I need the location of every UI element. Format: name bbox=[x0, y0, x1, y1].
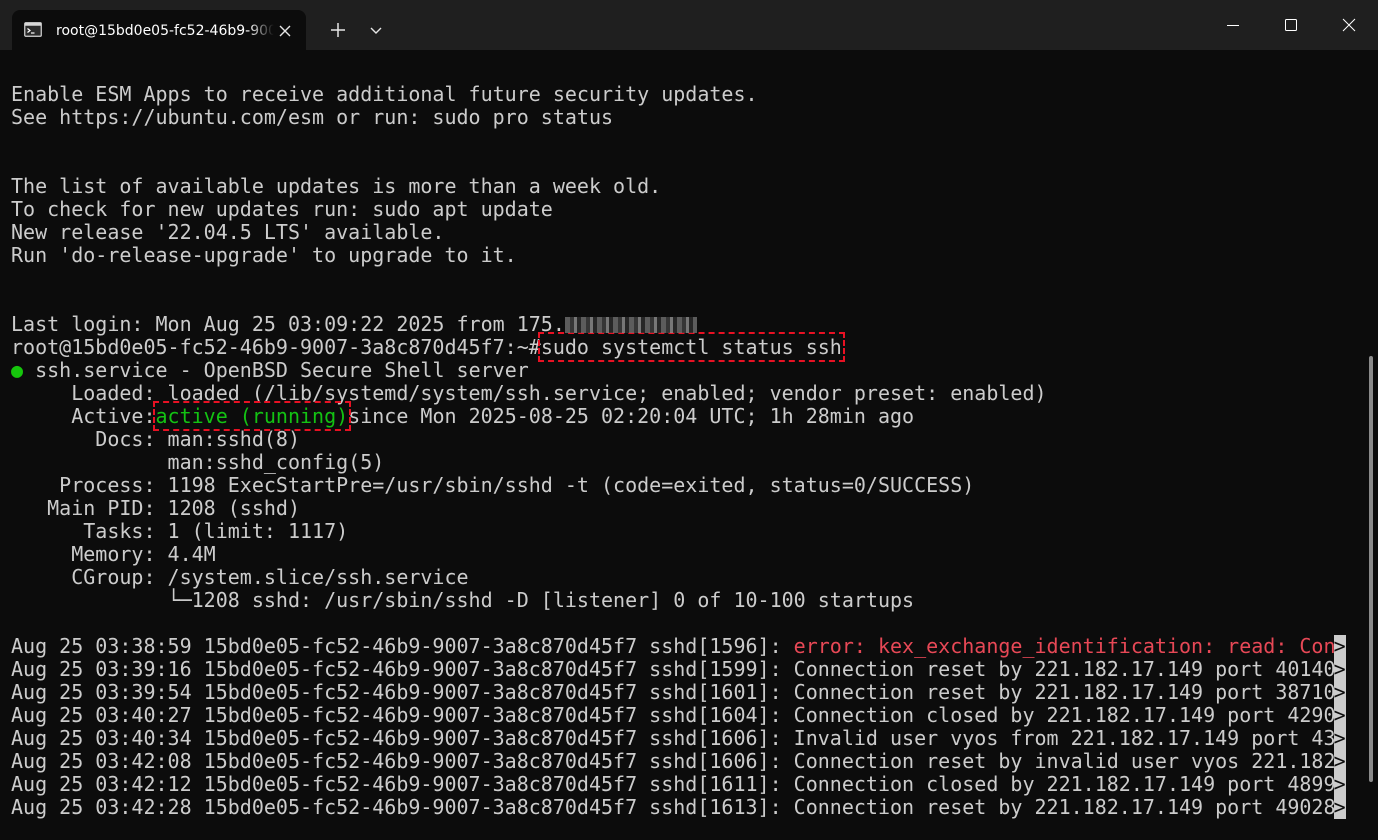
log-prefix: Aug 25 03:42:08 15bd0e05-fc52-46b9-9007-… bbox=[11, 749, 794, 773]
service-title: ssh.service - OpenBSD Secure Shell serve… bbox=[23, 358, 529, 382]
window-close-button[interactable] bbox=[1320, 0, 1378, 50]
cgroup-line: CGroup: /system.slice/ssh.service bbox=[11, 565, 469, 589]
scrollbar-thumb[interactable] bbox=[1369, 356, 1373, 782]
status-dot-icon: ● bbox=[11, 358, 24, 382]
log-line: Aug 25 03:40:27 15bd0e05-fc52-46b9-9007-… bbox=[11, 704, 1346, 727]
terminal-line: Enable ESM Apps to receive additional fu… bbox=[11, 82, 758, 106]
active-label: Active: bbox=[11, 404, 156, 428]
log-prefix: Aug 25 03:40:27 15bd0e05-fc52-46b9-9007-… bbox=[11, 703, 794, 727]
log-line: Aug 25 03:42:08 15bd0e05-fc52-46b9-9007-… bbox=[11, 750, 1346, 773]
log-line: Aug 25 03:42:28 15bd0e05-fc52-46b9-9007-… bbox=[11, 796, 1346, 819]
log-message: Connection reset by 221.182.17.149 port … bbox=[793, 796, 1334, 819]
minimize-icon bbox=[1227, 25, 1239, 26]
highlighted-command: sudo systemctl status ssh bbox=[537, 332, 845, 362]
last-login-text: Last login: Mon Aug 25 03:09:22 2025 fro… bbox=[11, 312, 565, 336]
truncation-marker: > bbox=[1333, 749, 1346, 773]
main-pid-line: Main PID: 1208 (sshd) bbox=[11, 496, 300, 520]
log-message-error: error: kex_exchange_identification: read… bbox=[793, 635, 1334, 658]
terminal-window: root@15bd0e05-fc52-46b9-9007-3a8c870d45f… bbox=[0, 0, 1378, 840]
shell-prompt: root@15bd0e05-fc52-46b9-9007-3a8c870d45f… bbox=[11, 335, 541, 359]
maximize-button[interactable] bbox=[1262, 0, 1320, 50]
log-prefix: Aug 25 03:40:34 15bd0e05-fc52-46b9-9007-… bbox=[11, 726, 794, 750]
truncation-marker: > bbox=[1333, 634, 1346, 658]
log-message: Connection reset by invalid user vyos 22… bbox=[793, 750, 1334, 773]
active-since: since Mon 2025-08-25 02:20:04 UTC; 1h 28… bbox=[348, 404, 915, 428]
chevron-down-icon[interactable] bbox=[362, 14, 390, 46]
terminal-lines: Enable ESM Apps to receive additional fu… bbox=[11, 83, 1346, 819]
tab-title: root@15bd0e05-fc52-46b9-9007-3a8c870d45f… bbox=[56, 23, 274, 39]
log-prefix: Aug 25 03:42:28 15bd0e05-fc52-46b9-9007-… bbox=[11, 795, 794, 819]
terminal-line: Run 'do-release-upgrade' to upgrade to i… bbox=[11, 243, 517, 267]
command-line: root@15bd0e05-fc52-46b9-9007-3a8c870d45f… bbox=[11, 332, 1346, 362]
log-line: Aug 25 03:39:54 15bd0e05-fc52-46b9-9007-… bbox=[11, 681, 1346, 704]
log-message: Connection reset by 221.182.17.149 port … bbox=[793, 658, 1334, 681]
truncation-marker: > bbox=[1333, 657, 1346, 681]
truncation-marker: > bbox=[1333, 703, 1346, 727]
title-bar[interactable]: root@15bd0e05-fc52-46b9-9007-3a8c870d45f… bbox=[0, 0, 1378, 51]
docs-line: Docs: man:sshd(8) bbox=[11, 427, 300, 451]
maximize-icon bbox=[1285, 19, 1297, 31]
docs-line: man:sshd_config(5) bbox=[11, 450, 385, 474]
plus-icon[interactable] bbox=[322, 14, 354, 46]
terminal-line: To check for new updates run: sudo apt u… bbox=[11, 197, 553, 221]
cgroup-process-line: └─1208 sshd: /usr/sbin/sshd -D [listener… bbox=[11, 588, 915, 612]
terminal-line: The list of available updates is more th… bbox=[11, 174, 662, 198]
last-login-line: Last login: Mon Aug 25 03:09:22 2025 fro… bbox=[11, 313, 1346, 336]
terminal-output[interactable]: Enable ESM Apps to receive additional fu… bbox=[0, 50, 1366, 840]
close-icon[interactable] bbox=[274, 20, 296, 42]
log-prefix: Aug 25 03:42:12 15bd0e05-fc52-46b9-9007-… bbox=[11, 772, 794, 796]
truncation-marker: > bbox=[1333, 795, 1346, 819]
truncation-marker: > bbox=[1333, 772, 1346, 796]
log-prefix: Aug 25 03:39:16 15bd0e05-fc52-46b9-9007-… bbox=[11, 657, 794, 681]
terminal-icon bbox=[24, 22, 42, 37]
log-line: Aug 25 03:42:12 15bd0e05-fc52-46b9-9007-… bbox=[11, 773, 1346, 796]
log-line: Aug 25 03:39:16 15bd0e05-fc52-46b9-9007-… bbox=[11, 658, 1346, 681]
log-line: Aug 25 03:40:34 15bd0e05-fc52-46b9-9007-… bbox=[11, 727, 1346, 750]
log-message: Connection closed by 221.182.17.149 port… bbox=[793, 773, 1334, 796]
vertical-scrollbar[interactable] bbox=[1366, 50, 1378, 840]
terminal-tab[interactable]: root@15bd0e05-fc52-46b9-9007-3a8c870d45f… bbox=[12, 10, 306, 51]
log-message: Connection closed by 221.182.17.149 port… bbox=[793, 704, 1334, 727]
log-message: Connection reset by 221.182.17.149 port … bbox=[793, 681, 1334, 704]
process-line: Process: 1198 ExecStartPre=/usr/sbin/ssh… bbox=[11, 473, 975, 497]
truncation-marker: > bbox=[1333, 726, 1346, 750]
terminal-line: See https://ubuntu.com/esm or run: sudo … bbox=[11, 105, 614, 129]
redacted-ip bbox=[564, 317, 697, 333]
log-line: Aug 25 03:38:59 15bd0e05-fc52-46b9-9007-… bbox=[11, 635, 1346, 658]
close-icon bbox=[1342, 18, 1356, 32]
active-state-highlighted: active (running) bbox=[152, 401, 352, 431]
log-prefix: Aug 25 03:39:54 15bd0e05-fc52-46b9-9007-… bbox=[11, 680, 794, 704]
memory-line: Memory: 4.4M bbox=[11, 542, 216, 566]
truncation-marker: > bbox=[1333, 680, 1346, 704]
loaded-line: Loaded: loaded (/lib/systemd/system/ssh.… bbox=[11, 381, 1047, 405]
service-title-line: ● ssh.service - OpenBSD Secure Shell ser… bbox=[11, 359, 1346, 382]
minimize-button[interactable] bbox=[1204, 0, 1262, 50]
active-line: Active:active (running)since Mon 2025-08… bbox=[11, 401, 1346, 431]
tasks-line: Tasks: 1 (limit: 1117) bbox=[11, 519, 349, 543]
terminal-line: New release '22.04.5 LTS' available. bbox=[11, 220, 445, 244]
log-message: Invalid user vyos from 221.182.17.149 po… bbox=[793, 727, 1334, 750]
log-prefix: Aug 25 03:38:59 15bd0e05-fc52-46b9-9007-… bbox=[11, 634, 794, 658]
